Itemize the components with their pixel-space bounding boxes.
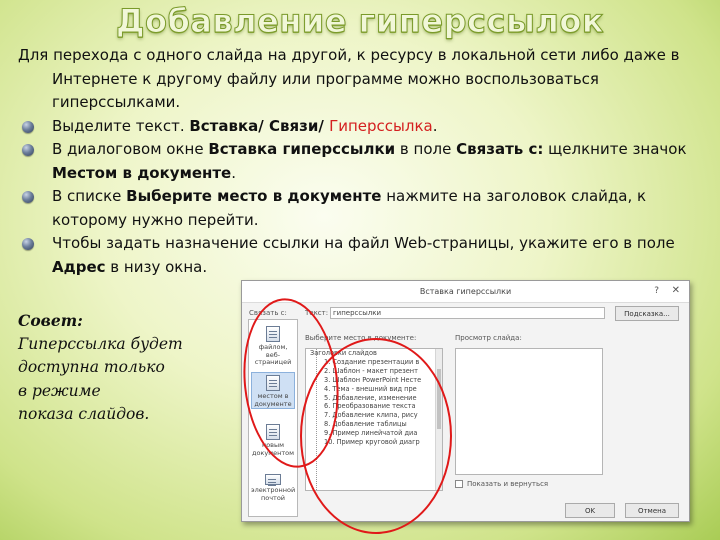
intro-paragraph: Для перехода с одного слайда на другой, … xyxy=(18,46,680,111)
bullet-item-3: В списке Выберите место в документе нажм… xyxy=(18,185,688,232)
bullet-icon xyxy=(22,238,34,250)
slide-title: Добавление гиперссылок xyxy=(115,2,605,41)
preview-label: Просмотр слайда: xyxy=(455,334,522,342)
cancel-button[interactable]: Отмена xyxy=(625,503,679,518)
bullet-icon xyxy=(22,191,34,203)
tip-line: показа слайдов. xyxy=(18,405,150,423)
bullet-item-1: Выделите текст. Вставка/ Связи/ Гиперссы… xyxy=(18,115,688,139)
show-and-return-label: Показать и вернуться xyxy=(467,480,549,488)
tip-line: Гиперссылка будет xyxy=(18,334,183,353)
slide-body: Для перехода с одного слайда на другой, … xyxy=(18,44,688,279)
tip-box: Совет: Гиперссылка будет доступна только… xyxy=(18,309,228,427)
bullet-item-4: Чтобы задать назначение ссылки на файл W… xyxy=(18,232,688,279)
dialog-title: Вставка гиперссылки xyxy=(419,287,512,296)
tip-button[interactable]: Подсказка... xyxy=(615,306,679,321)
link-item-email[interactable]: электронной почтой xyxy=(251,470,295,502)
bullet-item-2: В диалоговом окне Вставка гиперссылки в … xyxy=(18,138,688,185)
tip-line: в режиме xyxy=(18,381,101,400)
slide-preview xyxy=(455,348,603,475)
tip-line: доступна только xyxy=(18,358,165,376)
text-input[interactable]: гиперссылки xyxy=(330,307,605,319)
tip-title: Совет: xyxy=(18,311,83,330)
help-icon[interactable]: ? xyxy=(654,286,659,296)
bullet-icon xyxy=(22,120,34,133)
dialog-titlebar: Вставка гиперссылки ? ✕ xyxy=(242,281,689,303)
bullet-icon xyxy=(22,144,34,156)
email-icon xyxy=(265,474,281,485)
show-and-return-checkbox[interactable] xyxy=(455,480,463,488)
close-icon[interactable]: ✕ xyxy=(672,285,680,296)
ok-button[interactable]: OK xyxy=(565,503,615,518)
hyperlink-command: Гиперссылка xyxy=(329,116,433,135)
highlight-circle-slide-list xyxy=(300,338,452,534)
